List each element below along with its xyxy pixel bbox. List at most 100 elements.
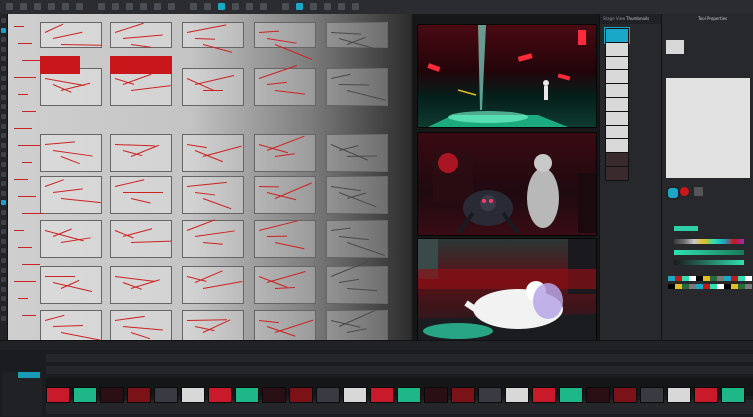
palette-swatch[interactable]: [668, 276, 675, 281]
sound-icon[interactable]: [1, 277, 6, 283]
timeline-clip[interactable]: [127, 387, 151, 403]
rotate-icon[interactable]: [1, 114, 6, 119]
preview-frame-3[interactable]: [417, 238, 597, 342]
storyboard-panel[interactable]: [254, 310, 316, 340]
hand-icon[interactable]: [1, 94, 6, 100]
camera-icon[interactable]: [260, 3, 267, 10]
storyboard-panel[interactable]: [110, 220, 172, 258]
repos-icon[interactable]: [1, 306, 6, 311]
storyboard-canvas[interactable]: [8, 14, 412, 340]
timeline-clip[interactable]: [397, 387, 421, 403]
eraser-icon[interactable]: [1, 46, 6, 52]
redo-icon[interactable]: [34, 3, 41, 10]
timeline-clip[interactable]: [559, 387, 583, 403]
palette-swatch[interactable]: [682, 276, 689, 281]
scene-thumbnail[interactable]: [605, 41, 629, 57]
tab-thumbnails[interactable]: Thumbnails: [626, 16, 649, 22]
layout-icon[interactable]: [338, 3, 345, 10]
storyboard-panel[interactable]: [182, 266, 244, 304]
timeline-ruler[interactable]: [46, 354, 753, 362]
storyboard-panel[interactable]: [40, 220, 102, 258]
scene-thumbnail[interactable]: [605, 69, 629, 85]
undo-icon[interactable]: [20, 3, 27, 10]
scene-thumbnail[interactable]: [605, 166, 629, 181]
pivot-icon[interactable]: [1, 296, 6, 302]
track-header-selected[interactable]: [18, 372, 40, 378]
timeline-clip[interactable]: [370, 387, 394, 403]
palette-swatch[interactable]: [745, 276, 752, 281]
stamp-icon[interactable]: [1, 238, 6, 244]
camera-icon[interactable]: [1, 123, 6, 129]
scene-thumbnail[interactable]: [605, 152, 629, 168]
ellipse-icon[interactable]: [1, 200, 6, 206]
transform-icon[interactable]: [154, 3, 161, 10]
palette-swatch[interactable]: [675, 284, 682, 289]
scene-thumbnail[interactable]: [605, 110, 629, 126]
storyboard-panel[interactable]: [40, 176, 102, 214]
storyboard-panel[interactable]: [326, 134, 388, 172]
brush-icon[interactable]: [98, 3, 105, 10]
sound-icon[interactable]: [310, 3, 317, 10]
storyboard-panel[interactable]: [326, 68, 388, 106]
storyboard-panel[interactable]: [254, 220, 316, 258]
contour-icon[interactable]: [1, 229, 6, 235]
timeline-clip[interactable]: [586, 387, 610, 403]
preview-frame-2[interactable]: [417, 132, 597, 236]
storyboard-panel[interactable]: [254, 176, 316, 214]
paste-icon[interactable]: [76, 3, 83, 10]
timeline-clip[interactable]: [613, 387, 637, 403]
color-ramp-2[interactable]: [674, 260, 744, 265]
storyboard-panel[interactable]: [182, 220, 244, 258]
ruler-icon[interactable]: [1, 171, 6, 177]
stop-icon[interactable]: [232, 3, 239, 10]
palette-swatch[interactable]: [668, 284, 675, 289]
timeline-clip[interactable]: [694, 387, 718, 403]
palette-swatch[interactable]: [724, 276, 731, 281]
onion-icon[interactable]: [296, 3, 303, 10]
palette-swatch[interactable]: [689, 284, 696, 289]
storyboard-panel[interactable]: [182, 310, 244, 340]
morph-icon[interactable]: [1, 248, 6, 254]
play-icon[interactable]: [218, 3, 225, 10]
color-ramp-1[interactable]: [674, 250, 744, 255]
palette-swatch[interactable]: [696, 276, 703, 281]
timeline-clip[interactable]: [289, 387, 313, 403]
timeline-track-1[interactable]: [46, 366, 753, 374]
tab-tool-properties[interactable]: Tool Properties: [698, 16, 727, 21]
palette-swatch[interactable]: [689, 276, 696, 281]
palette-swatch[interactable]: [710, 276, 717, 281]
copy-icon[interactable]: [62, 3, 69, 10]
scene-thumbnail[interactable]: [605, 83, 629, 99]
pen-icon[interactable]: [1, 181, 6, 187]
palette-swatch[interactable]: [731, 284, 738, 289]
timeline-clip[interactable]: [667, 387, 691, 403]
text-icon[interactable]: [1, 75, 6, 81]
storyboard-panel[interactable]: [326, 266, 388, 304]
palette-swatch[interactable]: [745, 284, 752, 289]
pointer-icon[interactable]: [1, 18, 6, 23]
timeline-clip[interactable]: [505, 387, 529, 403]
palette-swatch[interactable]: [717, 276, 724, 281]
magnet-icon[interactable]: [694, 187, 703, 196]
scene-thumbnail[interactable]: [605, 55, 629, 71]
palette-swatch[interactable]: [675, 276, 682, 281]
cut-icon[interactable]: [1, 162, 6, 167]
palette-swatch[interactable]: [682, 284, 689, 289]
cut-icon[interactable]: [48, 3, 55, 10]
scene-thumbnail[interactable]: [605, 138, 629, 154]
storyboard-panel[interactable]: [182, 68, 244, 106]
timeline-clip[interactable]: [235, 387, 259, 403]
color-spectrum[interactable]: [674, 239, 744, 244]
lipsync-icon[interactable]: [1, 286, 6, 292]
more-icon[interactable]: [1, 315, 6, 321]
storyboard-panel[interactable]: [110, 134, 172, 172]
timeline-clip[interactable]: [208, 387, 232, 403]
storyboard-panel[interactable]: [110, 176, 172, 214]
record-icon[interactable]: [246, 3, 253, 10]
palette-swatch[interactable]: [717, 284, 724, 289]
grid-icon[interactable]: [282, 3, 289, 10]
storyboard-panel[interactable]: [254, 22, 316, 48]
bone-icon[interactable]: [1, 258, 6, 263]
deform-icon[interactable]: [1, 267, 6, 273]
rectangle-icon[interactable]: [1, 210, 6, 215]
